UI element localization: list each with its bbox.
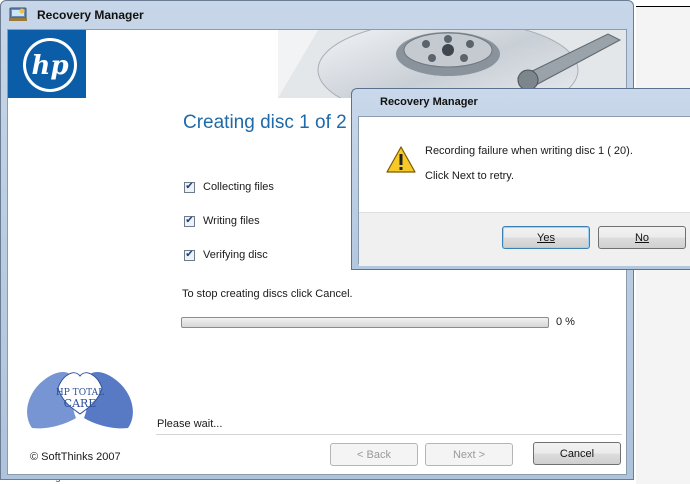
footer-divider [156,434,622,436]
copyright-text: © SoftThinks 2007 [30,451,121,463]
step-label: Writing files [203,215,260,227]
page-heading: Creating disc 1 of 2 [183,112,347,133]
hp-logo: hp [8,30,86,98]
cancel-button[interactable]: Cancel [533,442,621,465]
dialog-hint: Click Next to retry. [425,170,515,182]
error-dialog: Recovery Manager Recording failure when … [351,88,690,270]
step-checkbox: ✔ [184,215,195,227]
back-button[interactable]: < Back [330,443,418,466]
dialog-title: Recovery Manager [380,96,478,108]
next-button[interactable]: Next > [425,443,513,466]
no-button-label: No [634,231,650,244]
step-checkbox: ✔ [184,181,195,193]
dialog-message: Recording failure when writing disc 1 ( … [425,145,633,157]
recovery-manager-app-icon [9,7,27,21]
yes-button[interactable]: Yes [502,226,590,249]
step-checkbox: ✔ [184,249,195,261]
progress-bar [181,317,549,328]
progress-percent: 0 % [556,316,575,328]
window-title: Recovery Manager [37,8,144,22]
step-label: Collecting files [203,181,274,193]
step-writing-files: ✔ Writing files [184,214,260,228]
care-logo-line2: CARE [64,397,97,410]
no-button[interactable]: No [598,226,686,249]
warning-icon [386,146,416,173]
step-verifying-disc: ✔ Verifying disc [184,248,268,262]
hp-total-care-logo: HP TOTAL CARE [27,372,133,429]
hp-logo-text: hp [31,51,68,81]
yes-button-label: Yes [537,231,555,244]
title-bar[interactable]: Recovery Manager [1,1,633,29]
stop-instruction: To stop creating discs click Cancel. [182,288,353,300]
dialog-client-area: Recording failure when writing disc 1 ( … [358,116,690,266]
status-text: Please wait... [157,418,223,430]
step-collecting-files: ✔ Collecting files [184,180,274,194]
step-label: Verifying disc [203,249,268,261]
